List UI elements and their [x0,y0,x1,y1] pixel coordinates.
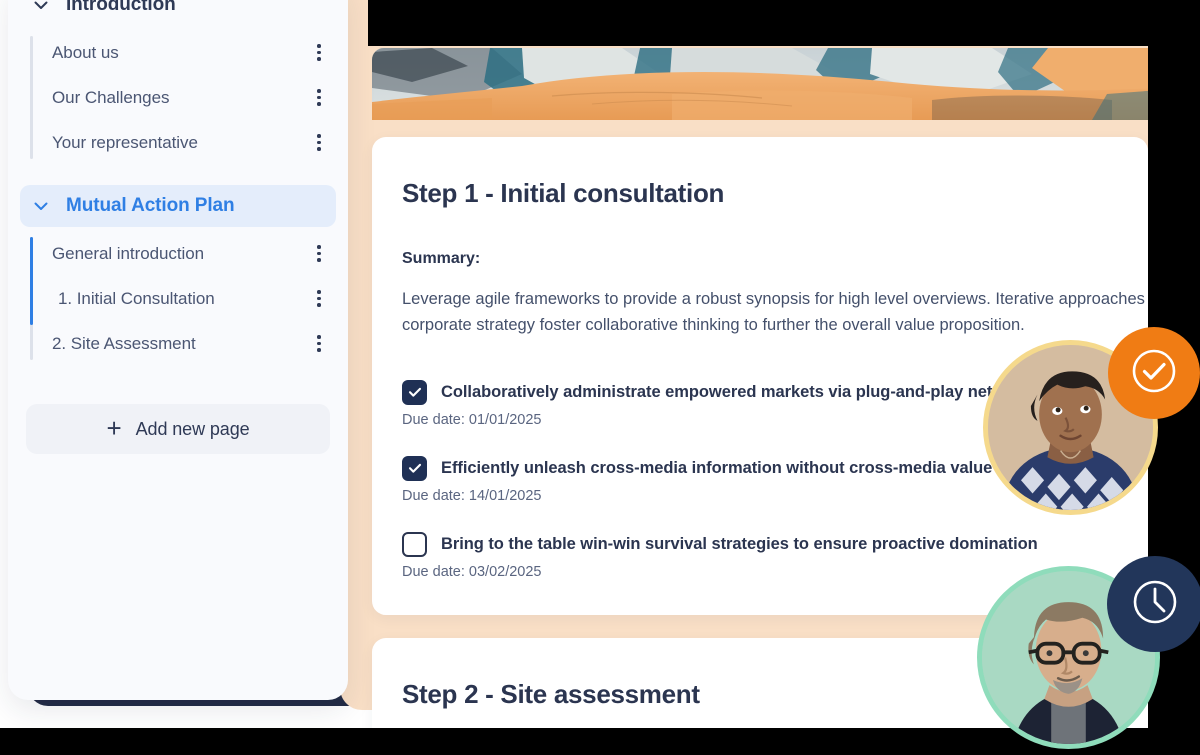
summary-label: Summary: [402,249,481,267]
sidebar-section-label: Mutual Action Plan [66,195,235,216]
summary-line-1: Leverage agile frameworks to provide a r… [402,289,1164,308]
check-circle-icon [1128,345,1180,402]
add-new-page-label: Add new page [135,418,250,439]
sidebar-group-mutual-action-plan: General introduction 1. Initial Consulta… [20,231,336,366]
group-rail [30,36,33,159]
sidebar-item-label: General introduction [52,243,205,263]
sidebar-section-introduction[interactable]: Introduction [20,0,336,26]
kebab-menu-icon[interactable] [310,243,328,265]
clock-icon [1128,575,1182,634]
sidebar-item-general-introduction[interactable]: General introduction [42,231,336,276]
group-rail-active [30,237,33,325]
sidebar-item-label: About us [52,42,119,62]
status-badge-pending [1107,556,1200,652]
task-label: Collaboratively administrate empowered m… [441,382,1040,401]
task-checkbox-unchecked[interactable] [402,531,427,557]
summary-text: Leverage agile frameworks to provide a r… [402,286,1163,338]
sidebar-item-label: Our Challenges [52,87,170,107]
kebab-menu-icon[interactable] [310,42,328,64]
task-due-date: Due date: 03/02/2025 [402,563,542,580]
sidebar-item-label: Your representative [52,132,198,152]
summary-line-2: corporate strategy foster collaborative … [402,315,1025,334]
task-row[interactable]: Bring to the table win-win survival stra… [402,531,1112,557]
sidebar-item-about-us[interactable]: About us [42,30,336,75]
task-label: Efficiently unleash cross-media informat… [441,458,993,477]
viewport-mask-top [368,0,1200,46]
status-badge-completed [1108,327,1200,419]
task-due-date: Due date: 14/01/2025 [402,487,542,504]
kebab-menu-icon[interactable] [310,333,328,355]
kebab-menu-icon[interactable] [310,87,328,109]
app-window: Introduction About us Our Challenges You… [0,0,1200,755]
sidebar-item-site-assessment[interactable]: 2. Site Assessment [42,321,336,366]
header-banner-image [372,48,1160,120]
page-title: Step 1 - Initial consultation [402,178,725,208]
sidebar: Introduction About us Our Challenges You… [8,0,348,700]
task-item: Bring to the table win-win survival stra… [402,531,1112,580]
kebab-menu-icon[interactable] [310,288,328,310]
sidebar-item-our-challenges[interactable]: Our Challenges [42,75,336,120]
chevron-down-icon [30,0,52,16]
sidebar-item-initial-consultation[interactable]: 1. Initial Consultation [42,276,336,321]
task-label: Bring to the table win-win survival stra… [441,534,1038,553]
add-new-page-button[interactable]: + Add new page [26,404,330,454]
plus-icon: + [106,413,122,443]
sidebar-group-introduction: About us Our Challenges Your representat… [20,30,336,165]
task-checkbox-checked[interactable] [402,379,427,405]
chevron-down-icon [30,195,52,217]
sidebar-item-label: 1. Initial Consultation [58,288,215,308]
sidebar-item-your-representative[interactable]: Your representative [42,120,336,165]
sidebar-section-mutual-action-plan[interactable]: Mutual Action Plan [20,185,336,227]
sidebar-section-label: Introduction [66,0,176,15]
kebab-menu-icon[interactable] [310,132,328,154]
sidebar-item-label: 2. Site Assessment [52,333,196,353]
task-checkbox-checked[interactable] [402,455,427,481]
